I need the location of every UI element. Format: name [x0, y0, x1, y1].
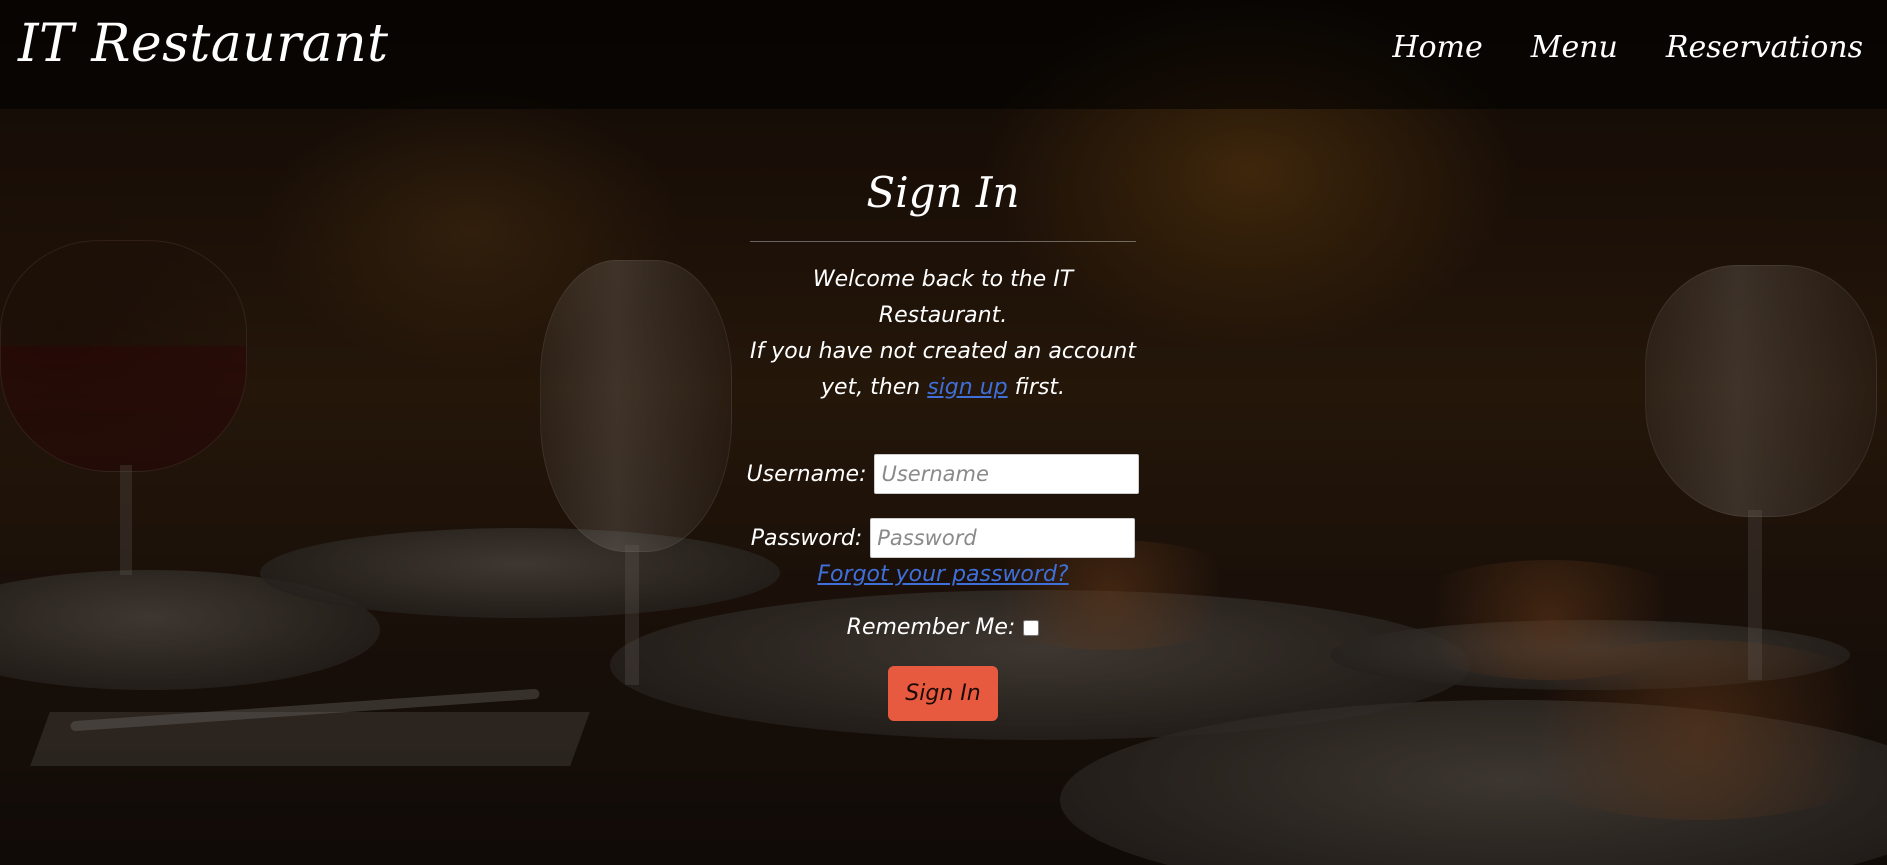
password-row: Password:: [750, 518, 1136, 558]
welcome-line-2: If you have not created an account: [750, 339, 1136, 364]
remember-me-checkbox[interactable]: [1023, 619, 1040, 636]
username-input[interactable]: [874, 454, 1140, 494]
signin-panel: Sign In Welcome back to the IT Restauran…: [746, 160, 1140, 721]
sign-in-button[interactable]: Sign In: [888, 666, 998, 721]
divider: [750, 241, 1136, 242]
forgot-password-link[interactable]: Forgot your password?: [750, 562, 1136, 587]
welcome-line-1: Welcome back to the IT Restaurant.: [812, 267, 1074, 328]
signup-link[interactable]: sign up: [927, 375, 1007, 400]
nav-link-menu[interactable]: Menu: [1531, 30, 1618, 65]
navbar: IT Restaurant Home Menu Reservations: [0, 0, 1887, 109]
password-label: Password:: [750, 525, 863, 551]
welcome-line-3-prefix: yet, then: [821, 375, 921, 400]
username-row: Username:: [746, 454, 1140, 494]
signin-form: Username: Password: Forgot your password…: [746, 454, 1140, 721]
welcome-text: Welcome back to the IT Restaurant. If yo…: [750, 262, 1136, 406]
page-title: Sign In: [866, 168, 1020, 217]
nav-link-home[interactable]: Home: [1392, 30, 1482, 65]
password-input[interactable]: [870, 518, 1136, 558]
remember-me-label: Remember Me:: [846, 615, 1016, 640]
remember-me-row: Remember Me:: [750, 615, 1136, 640]
nav-links: Home Menu Reservations: [1392, 30, 1863, 65]
welcome-line-3-suffix: first.: [1014, 375, 1065, 400]
brand-logo[interactable]: IT Restaurant: [18, 14, 389, 74]
username-label: Username:: [746, 461, 867, 487]
nav-link-reservations[interactable]: Reservations: [1666, 30, 1863, 65]
